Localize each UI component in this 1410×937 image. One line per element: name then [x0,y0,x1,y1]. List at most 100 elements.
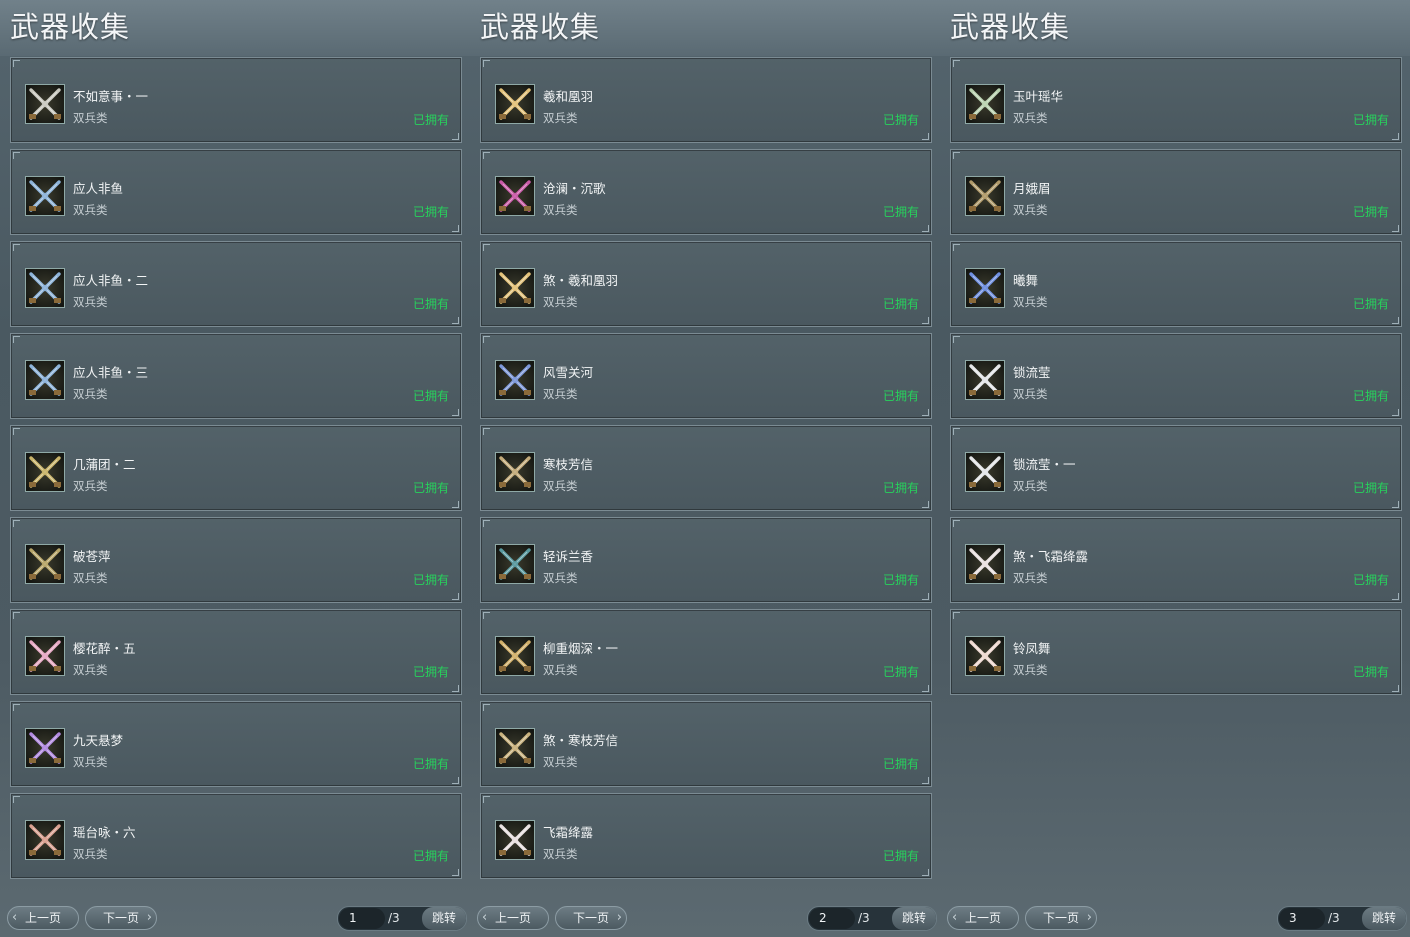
chevron-right-icon: › [1086,910,1092,925]
weapon-icon [965,84,1005,124]
panel-title: 武器收集 [10,10,131,44]
weapon-icon [25,544,65,584]
weapon-icon [965,268,1005,308]
panel-title: 武器收集 [480,10,601,44]
owned-status: 已拥有 [1352,297,1389,311]
prev-page-button[interactable]: ‹ 上一页 [477,906,549,930]
weapon-type: 双兵类 [543,663,578,677]
weapon-icon [965,176,1005,216]
next-page-button[interactable]: 下一页 › [85,906,157,930]
prev-page-button[interactable]: ‹ 上一页 [947,906,1019,930]
next-page-button[interactable]: 下一页 › [1025,906,1097,930]
weapon-icon [495,820,535,860]
weapon-card[interactable]: 应人非鱼 双兵类 已拥有 [10,149,462,235]
weapon-type: 双兵类 [543,203,578,217]
weapon-card[interactable]: 樱花醉・五 双兵类 已拥有 [10,609,462,695]
chevron-right-icon: › [616,910,622,925]
collection-panel: 武器收集 玉叶瑶华 双兵类 已拥有 月娥眉 双兵类 已拥有 曦舞 双兵类 已拥有 锁流莹 双兵类 已拥有… [940,0,1410,937]
owned-status: 已拥有 [1352,481,1389,495]
owned-status: 已拥有 [412,389,449,403]
weapon-name: 玉叶瑶华 [1013,89,1064,104]
weapon-card[interactable]: 几蒲团・二双兵类 已拥有 [10,425,462,511]
owned-status: 已拥有 [412,849,449,863]
owned-status: 已拥有 [412,481,449,495]
chevron-left-icon: ‹ [12,910,18,925]
next-page-button[interactable]: 下一页 › [555,906,627,930]
page-jump-control: 3/3 跳转 [1277,906,1407,931]
weapon-type: 双兵类 [543,755,578,769]
weapon-icon [965,544,1005,584]
weapon-name: 几蒲团・二 [73,457,136,472]
weapon-name: 曦舞 [1013,273,1039,288]
weapon-icon [25,728,65,768]
page-number-input[interactable]: 2 [809,908,855,929]
weapon-card[interactable]: 风雪关河 双兵类 已拥有 [480,333,932,419]
weapon-type: 双兵类 [1013,203,1048,217]
weapon-type: 双兵类 [1013,295,1048,309]
weapon-card[interactable]: 柳重烟深・一 双兵类 已拥有 [480,609,932,695]
weapon-card[interactable]: 应人非鱼・二 双兵类 已拥有 [10,241,462,327]
owned-status: 已拥有 [1352,113,1389,127]
weapon-card[interactable]: 羲和凰羽 双兵类 已拥有 [480,57,932,143]
owned-status: 已拥有 [882,297,919,311]
owned-status: 已拥有 [1352,573,1389,587]
jump-button[interactable]: 跳转 [892,907,936,930]
weapon-card[interactable]: 飞霜绛露双兵类 已拥有 [480,793,932,879]
weapon-name: 风雪关河 [543,365,594,380]
next-page-label: 下一页 [102,911,139,925]
owned-status: 已拥有 [412,297,449,311]
weapon-card[interactable]: 煞・寒枝芳信 双兵类 已拥有 [480,701,932,787]
weapon-card[interactable]: 煞・羲和凰羽 双兵类 已拥有 [480,241,932,327]
weapon-card[interactable]: 轻诉兰香 双兵类 已拥有 [480,517,932,603]
weapon-card[interactable]: 破苍萍 双兵类 已拥有 [10,517,462,603]
weapon-icon [25,84,65,124]
weapon-card[interactable]: 玉叶瑶华 双兵类 已拥有 [950,57,1402,143]
weapon-name: 应人非鱼・二 [73,273,149,288]
page-number-input[interactable]: 1 [339,908,385,929]
weapon-card[interactable]: 不如意事・一 双兵类 已拥有 [10,57,462,143]
weapon-icon [25,636,65,676]
jump-button[interactable]: 跳转 [422,907,466,930]
weapon-icon [25,176,65,216]
owned-status: 已拥有 [882,849,919,863]
weapon-type: 双兵类 [73,847,108,861]
weapon-name: 月娥眉 [1013,181,1051,196]
weapon-type: 双兵类 [73,663,108,677]
weapon-card[interactable]: 沧澜・沉歌 双兵类 已拥有 [480,149,932,235]
weapon-card[interactable]: 寒枝芳信 双兵类 已拥有 [480,425,932,511]
owned-status: 已拥有 [412,757,449,771]
weapon-card[interactable]: 锁流莹・一 双兵类 已拥有 [950,425,1402,511]
weapon-card[interactable]: 铃凤舞 双兵类 已拥有 [950,609,1402,695]
chevron-left-icon: ‹ [952,910,958,925]
weapon-type: 双兵类 [73,479,108,493]
owned-status: 已拥有 [412,205,449,219]
weapon-icon [965,360,1005,400]
weapon-name: 九天悬梦 [73,733,124,748]
weapon-card[interactable]: 煞・飞霜绛露 双兵类 已拥有 [950,517,1402,603]
weapon-type: 双兵类 [543,571,578,585]
weapon-name: 不如意事・一 [73,89,149,104]
owned-status: 已拥有 [1352,389,1389,403]
weapon-card[interactable]: 瑶台咏・六 双兵类 已拥有 [10,793,462,879]
owned-status: 已拥有 [882,573,919,587]
weapon-card[interactable]: 月娥眉 双兵类 已拥有 [950,149,1402,235]
weapon-icon [495,268,535,308]
chevron-left-icon: ‹ [482,910,488,925]
weapon-card[interactable]: 曦舞双兵类 已拥有 [950,241,1402,327]
weapon-card[interactable]: 九天悬梦 双兵类 已拥有 [10,701,462,787]
weapon-icon [495,176,535,216]
weapon-name: 锁流莹 [1013,365,1051,380]
weapon-card[interactable]: 应人非鱼・三 双兵类 已拥有 [10,333,462,419]
weapon-type: 双兵类 [543,847,578,861]
page-number-input[interactable]: 3 [1279,908,1325,929]
weapon-name: 应人非鱼・三 [73,365,149,380]
jump-button[interactable]: 跳转 [1362,907,1406,930]
weapon-type: 双兵类 [543,479,578,493]
weapon-card[interactable]: 锁流莹 双兵类 已拥有 [950,333,1402,419]
owned-status: 已拥有 [412,665,449,679]
prev-page-button[interactable]: ‹ 上一页 [7,906,79,930]
weapon-name: 飞霜绛露 [543,825,594,840]
collection-panel: 武器收集 不如意事・一 双兵类 已拥有 应人非鱼 双兵类 已拥有 应人非鱼・二 双兵类 已拥有 应人… [0,0,470,937]
owned-status: 已拥有 [882,389,919,403]
weapon-type: 双兵类 [543,111,578,125]
